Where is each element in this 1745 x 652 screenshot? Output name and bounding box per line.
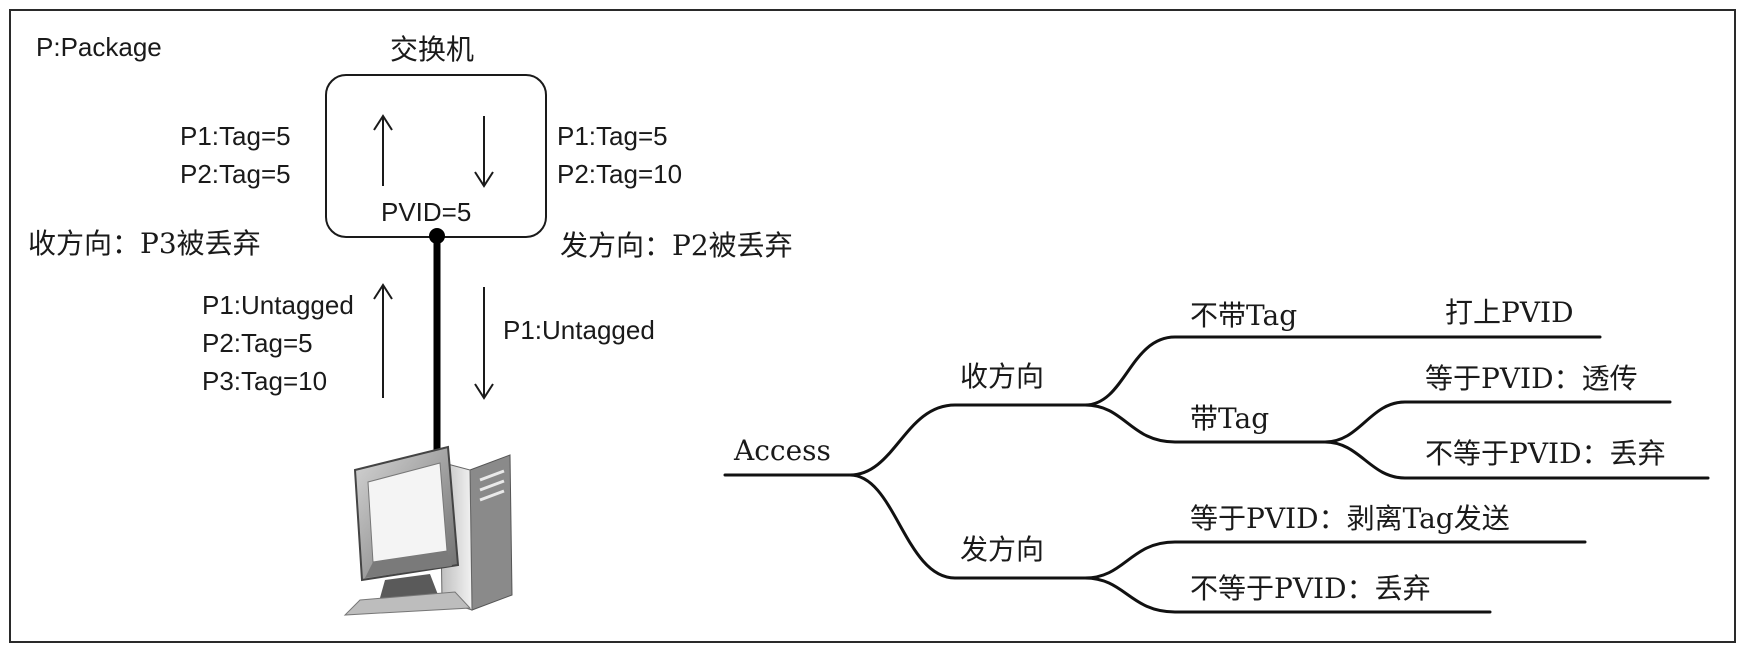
tree-leaf-eq-pass: 等于PVID：透传 xyxy=(1425,362,1638,395)
tree-recv-label: 收方向 xyxy=(960,360,1045,393)
switch-up-arrow xyxy=(373,114,393,186)
tree-tagged-label: 带Tag xyxy=(1190,402,1270,435)
branch-recv xyxy=(848,403,1087,477)
vlan-access-diagram: P:Package 交换机 P1:Tag=5 P2:Tag=5 P1:Tag=5… xyxy=(0,0,1745,652)
left-in-line1: P1:Tag=5 xyxy=(180,121,291,151)
tree-leaf-neq-drop-recv: 不等于PVID：丢弃 xyxy=(1425,437,1666,470)
uplink-arrow xyxy=(373,283,393,398)
right-out-line2: P2:Tag=10 xyxy=(557,159,683,189)
tree-leaf-add-pvid: 打上PVID xyxy=(1445,296,1574,329)
up-packet-line3: P3:Tag=10 xyxy=(202,366,328,396)
legend-text: P:Package xyxy=(36,32,162,62)
up-packet-line2: P2:Tag=5 xyxy=(202,328,313,358)
up-packet-line1: P1:Untagged xyxy=(202,290,354,320)
send-note: 发方向：P2被丢弃 xyxy=(560,229,793,262)
recv-note: 收方向：P3被丢弃 xyxy=(28,227,261,260)
switch-down-arrow xyxy=(474,116,494,188)
left-in-line2: P2:Tag=5 xyxy=(180,159,291,189)
branch-untagged xyxy=(1083,335,1297,407)
tree-send-label: 发方向 xyxy=(960,533,1045,566)
downlink-arrow xyxy=(474,287,494,400)
switch-label: 交换机 xyxy=(390,33,475,66)
right-out-line1: P1:Tag=5 xyxy=(557,121,668,151)
computer-picture xyxy=(343,445,513,616)
tree-leaf-eq-strip: 等于PVID：剥离Tag发送 xyxy=(1190,502,1510,535)
down-packet-line1: P1:Untagged xyxy=(503,315,655,345)
tree-root-label: Access xyxy=(734,434,831,467)
branch-leaf-eq-pass xyxy=(1323,400,1672,444)
tree-leaf-neq-drop-send: 不等于PVID：丢弃 xyxy=(1190,572,1431,605)
tree-untagged-label: 不带Tag xyxy=(1190,299,1298,332)
pvid-label: PVID=5 xyxy=(381,197,472,227)
